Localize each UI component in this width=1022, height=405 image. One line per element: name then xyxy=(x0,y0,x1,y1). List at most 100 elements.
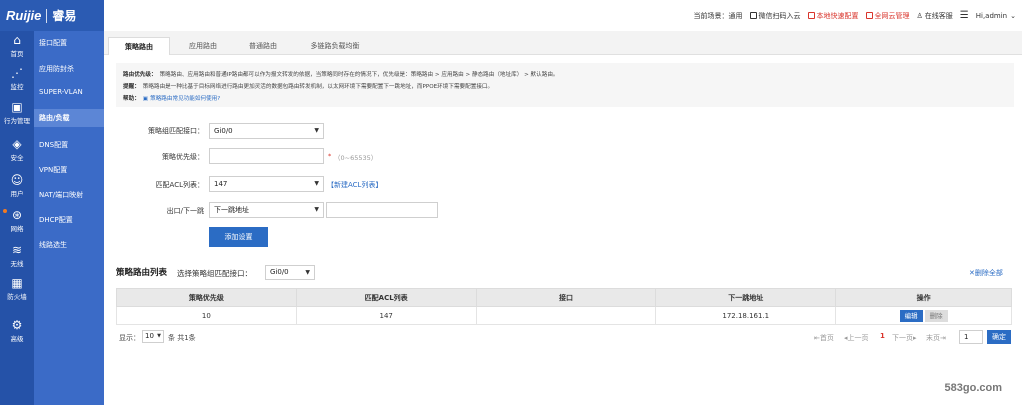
delete-button[interactable]: 删除 xyxy=(924,309,948,322)
cloud-manage-link[interactable]: 全网云管理 xyxy=(865,11,910,21)
delete-all-button[interactable]: ✕删除全部 xyxy=(969,268,1003,278)
iface-select-value: Gi0/0 xyxy=(214,127,233,135)
gear-icon: ⚙ xyxy=(11,318,23,332)
wechat-cloud-link[interactable]: 微信扫码入云 xyxy=(749,11,801,21)
rail-item-wifi[interactable]: ≋ 无线 xyxy=(0,244,34,269)
rail-item-user[interactable]: ☺ 用户 xyxy=(0,174,34,199)
rail-item-home[interactable]: ⌂ 首页 xyxy=(0,33,34,59)
cell-iface xyxy=(475,306,657,325)
prev-page-link[interactable]: ◂上一页 xyxy=(844,333,869,343)
exit-select[interactable]: 下一跳地址 ▼ xyxy=(209,202,324,218)
list-iface-select[interactable]: Gi0/0 ▼ xyxy=(265,265,315,280)
reminder-label: 提醒： xyxy=(123,84,140,90)
scene-indicator: 当前场景： 通用 xyxy=(694,11,743,21)
user-menu[interactable]: Hi,admin ⌄ xyxy=(976,12,1016,20)
submenu-item[interactable]: 线路选生 xyxy=(34,236,104,254)
goto-page-input[interactable]: 1 xyxy=(959,330,983,344)
qrcode-icon xyxy=(749,12,757,19)
exit-label: 出口/下一跳 xyxy=(166,207,204,215)
goto-confirm-button[interactable]: 确定 xyxy=(987,330,1011,344)
rail-item-behavior[interactable]: ▣ 行为管理 xyxy=(0,100,34,126)
network-icon: ⊛ xyxy=(11,208,23,222)
rail-item-label: 首页 xyxy=(10,50,24,58)
scene-value[interactable]: 通用 xyxy=(729,11,743,21)
new-acl-link[interactable]: 【新建ACL列表】 xyxy=(327,180,382,190)
rail-item-shield[interactable]: ◈ 安全 xyxy=(0,138,34,163)
cell-nexthop: 172.18.161.1 xyxy=(655,306,837,325)
first-page-link[interactable]: ⇤首页 xyxy=(814,333,834,343)
col-iface: 接口 xyxy=(475,288,657,307)
col-priority: 策略优先级 xyxy=(116,288,297,307)
submenu: 接口配置应用防封杀 SUPER-VLAN 路由/负载 DNS配置 VPN配置 NAT/端口… xyxy=(34,31,104,405)
dropdown-caret-icon: ▼ xyxy=(314,206,319,213)
next-page-label: 下一页 xyxy=(892,334,913,342)
rail-item-network[interactable]: ⊛ 网络 xyxy=(0,208,34,234)
required-mark: * xyxy=(328,152,332,160)
help-label: 帮助： xyxy=(123,96,140,102)
cloud-manage-label: 全网云管理 xyxy=(874,11,910,20)
total-count: 条 共1条 xyxy=(168,334,196,342)
person-icon: ♙ xyxy=(916,11,923,20)
acl-select[interactable]: 147 ▼ xyxy=(209,176,324,192)
submenu-item[interactable]: 应用防封杀 xyxy=(34,60,104,78)
rail-item-label: 无线 xyxy=(10,260,24,268)
rail-item-chart[interactable]: ⋰ 监控 xyxy=(0,67,34,92)
page-size-value: 10 xyxy=(145,332,154,340)
last-page-icon: ⇥ xyxy=(940,334,946,342)
rail-item-label: 安全 xyxy=(10,154,24,162)
quick-config-link[interactable]: 本地快速配置 xyxy=(807,11,859,21)
dropdown-caret-icon: ▼ xyxy=(157,333,161,339)
scene-label: 当前场景： xyxy=(693,11,729,20)
submenu-item[interactable]: SUPER-VLAN xyxy=(34,83,104,101)
iface-label: 策略组匹配接口： xyxy=(148,127,204,135)
last-page-link[interactable]: 末页⇥ xyxy=(926,333,946,343)
priority-text: 策略路由、应用路由和普通IP路由都可以作为报文转发的依据，当策略同时存在的情况下… xyxy=(159,72,559,78)
rail-item-gear[interactable]: ⚙ 高级 xyxy=(0,318,34,344)
rail-item-label: 网络 xyxy=(10,225,24,233)
dropdown-caret-icon: ▼ xyxy=(314,180,319,187)
tab-normal-route[interactable]: 普通路由 xyxy=(234,37,292,55)
menu-icon[interactable]: ☰ xyxy=(960,10,969,21)
submenu-item[interactable]: DHCP配置 xyxy=(34,211,104,229)
prio-input[interactable] xyxy=(209,148,324,164)
tab-policy-route[interactable]: 策略路由 xyxy=(108,37,170,55)
behavior-icon: ▣ xyxy=(11,100,23,114)
page-size-label: 显示： xyxy=(119,334,140,342)
rail-item-label: 行为管理 xyxy=(4,117,30,125)
next-icon: ▸ xyxy=(913,334,917,342)
tab-multilink-balance[interactable]: 多链路负载均衡 xyxy=(294,37,376,55)
brand-logo: Ruijie 睿易 xyxy=(0,0,104,31)
online-service-link[interactable]: ♙ 在线客服 xyxy=(917,11,953,21)
submenu-item[interactable]: VPN配置 xyxy=(34,161,104,179)
tab-app-route[interactable]: 应用路由 xyxy=(174,37,232,55)
submenu-item[interactable]: DNS配置 xyxy=(34,136,104,154)
watermark: 583go.com xyxy=(944,382,1002,394)
add-setting-button[interactable]: 添加设置 xyxy=(209,227,268,247)
icon-rail: ⌂ 首页 ⋰ 监控 ▣ 行为管理 ◈ 安全 ☺ 用户 ⊛ 网络 ≋ 无线 ▦ 防火墙 ⚙ 高级 xyxy=(0,31,34,405)
rail-item-firewall[interactable]: ▦ 防火墙 xyxy=(0,276,34,302)
submenu-item[interactable]: NAT/端口映射 xyxy=(34,186,104,204)
list-iface-value: Gi0/0 xyxy=(270,268,289,276)
submenu-item[interactable]: 路由/负载 xyxy=(34,109,104,127)
logo-cn: 睿易 xyxy=(52,9,77,23)
help-link[interactable]: 策略路由常见功能如何使用? xyxy=(150,96,220,102)
prio-label: 策略优先级： xyxy=(162,153,204,161)
page-size-select[interactable]: 10 ▼ xyxy=(142,330,164,343)
online-service-label: 在线客服 xyxy=(924,11,953,20)
nexthop-input[interactable] xyxy=(326,202,438,218)
current-page[interactable]: 1 xyxy=(880,332,885,340)
reminder-text: 策略路由是一种比基于目标网络进行路由更加灵活的数据包路由转发机制，以太网环境下需… xyxy=(142,84,494,90)
acl-label: 匹配ACL列表： xyxy=(155,181,204,189)
edit-button[interactable]: 编辑 xyxy=(899,309,923,322)
help-note: 帮助： ▣ 策略路由常见功能如何使用? xyxy=(123,94,220,102)
next-page-link[interactable]: 下一页▸ xyxy=(892,333,917,343)
submenu-item[interactable]: 接口配置 xyxy=(34,34,104,52)
iface-select[interactable]: Gi0/0 ▼ xyxy=(209,123,324,139)
first-page-label: 首页 xyxy=(819,334,834,342)
exit-select-value: 下一跳地址 xyxy=(214,206,249,214)
cell-action: 编辑 删除 xyxy=(835,306,1012,325)
firewall-icon: ▦ xyxy=(11,276,23,290)
home-icon: ⌂ xyxy=(13,33,21,47)
quick-config-label: 本地快速配置 xyxy=(816,11,859,20)
list-title: 策略路由列表 xyxy=(116,268,168,278)
